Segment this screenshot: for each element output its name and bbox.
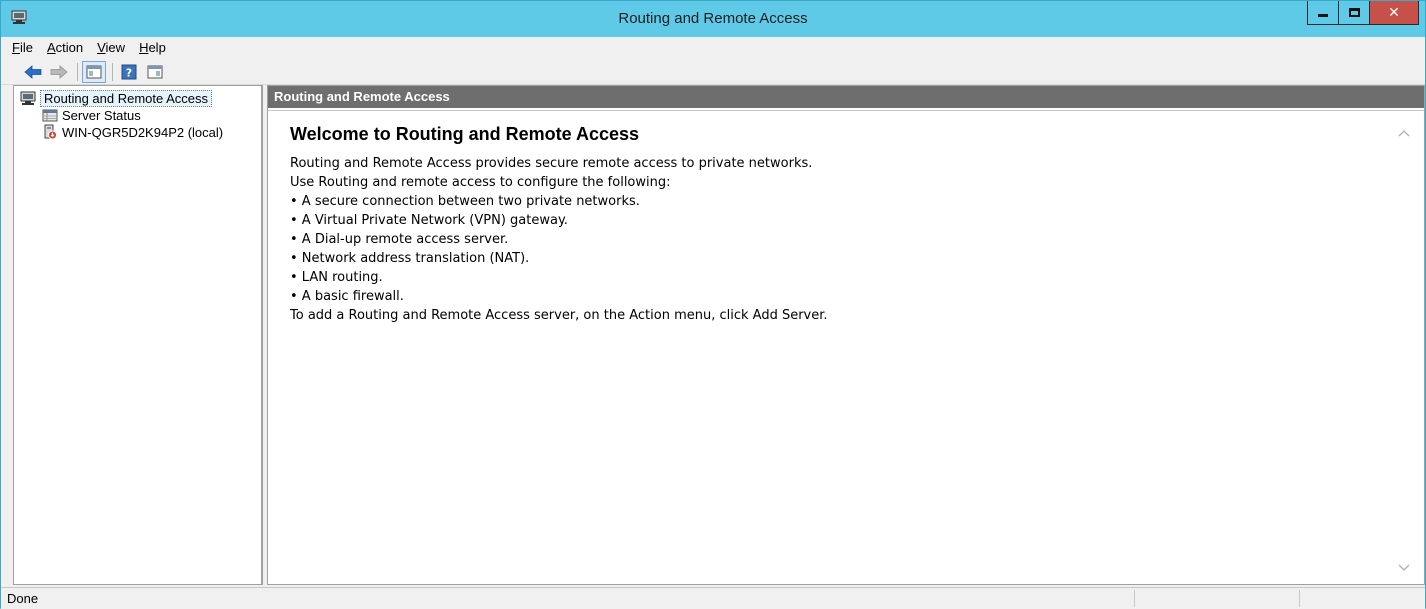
routing-remote-access-icon[interactable] <box>11 9 27 25</box>
svg-text:?: ? <box>126 66 132 79</box>
title-bar[interactable]: Routing and Remote Access ✕ <box>1 1 1425 37</box>
close-icon: ✕ <box>1388 4 1400 21</box>
forward-arrow-icon <box>50 64 68 79</box>
menu-file[interactable]: File <box>5 38 40 58</box>
tree-item-server-local[interactable]: WIN-QGR5D2K94P2 (local) <box>42 123 223 141</box>
content-body: Welcome to Routing and Remote Access Rou… <box>268 110 1424 584</box>
toolbar: ? <box>1 59 1425 85</box>
content-line: Use Routing and remote access to configu… <box>290 175 671 190</box>
menu-help[interactable]: Help <box>132 38 173 58</box>
content-line: • A Dial-up remote access server. <box>290 232 509 247</box>
content-line: • A secure connection between two privat… <box>290 194 640 209</box>
tree-item-server-status[interactable]: Server Status <box>42 106 141 124</box>
content-line: • A Virtual Private Network (VPN) gatewa… <box>290 213 568 228</box>
window-title: Routing and Remote Access <box>618 10 808 27</box>
tree-item-label: Routing and Remote Access <box>40 89 213 107</box>
content-line: Routing and Remote Access provides secur… <box>290 156 813 171</box>
welcome-title: Welcome to Routing and Remote Access <box>290 124 640 144</box>
minimize-button[interactable] <box>1307 1 1339 25</box>
content-line: • Network address translation (NAT). <box>290 251 530 266</box>
close-button[interactable]: ✕ <box>1369 1 1419 25</box>
routing-remote-access-icon <box>20 90 36 106</box>
toolbar-separator <box>77 62 78 81</box>
status-text: Done <box>7 591 39 606</box>
forward-button[interactable] <box>47 61 71 83</box>
help-button[interactable]: ? <box>117 61 141 83</box>
content-pane: Routing and Remote Access Welcome to Rou… <box>267 85 1425 585</box>
tree-item-routing-remote-access[interactable]: Routing and Remote Access <box>20 89 213 107</box>
status-divider <box>1134 590 1135 607</box>
menu-view[interactable]: View <box>90 38 132 58</box>
status-divider <box>1299 590 1300 607</box>
server-down-icon <box>42 124 58 140</box>
main-window: Routing and Remote Access ✕ File Action <box>0 0 1426 609</box>
show-hide-console-tree-button[interactable] <box>82 60 106 83</box>
status-bar: Done <box>1 587 1425 609</box>
help-icon: ? <box>121 64 137 79</box>
scroll-down-icon[interactable] <box>1398 560 1410 571</box>
content-line: • LAN routing. <box>290 270 383 285</box>
content-line: • A basic firewall. <box>290 289 404 304</box>
show-hide-console-tree-icon <box>86 65 102 78</box>
toolbar-separator <box>112 62 113 81</box>
minimize-icon <box>1318 14 1328 17</box>
show-hide-action-pane-icon <box>147 65 163 78</box>
tree-item-label: WIN-QGR5D2K94P2 (local) <box>62 124 224 140</box>
maximize-icon <box>1348 8 1360 17</box>
tree-item-label: Server Status <box>62 107 141 123</box>
back-button[interactable] <box>21 61 45 83</box>
window-controls: ✕ <box>1307 1 1419 25</box>
content-line: To add a Routing and Remote Access serve… <box>290 308 828 323</box>
menu-action[interactable]: Action <box>40 38 90 58</box>
console-tree[interactable]: Routing and Remote Access Server Status <box>13 85 263 585</box>
back-arrow-icon <box>24 64 42 79</box>
maximize-button[interactable] <box>1338 1 1370 25</box>
server-status-icon <box>42 107 58 123</box>
scroll-up-icon[interactable] <box>1398 125 1410 137</box>
show-hide-action-pane-button[interactable] <box>143 61 167 83</box>
content-header: Routing and Remote Access <box>268 86 1424 108</box>
menu-bar: File Action View Help <box>1 37 1425 59</box>
